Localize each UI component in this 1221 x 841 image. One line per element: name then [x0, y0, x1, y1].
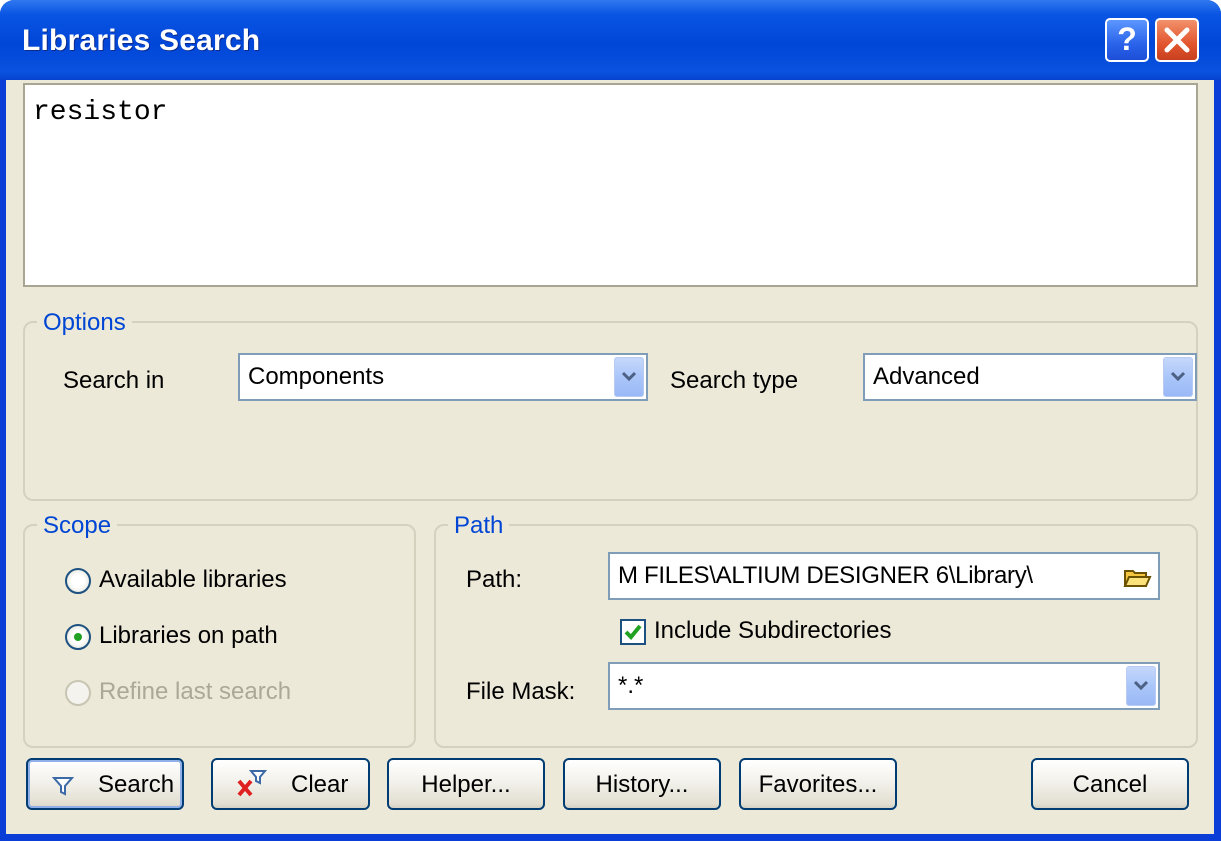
radio-button: [65, 680, 91, 706]
search-type-label: Search type: [670, 367, 799, 394]
cancel-button[interactable]: Cancel: [1031, 758, 1189, 810]
path-group: Path Path: M FILES\ALTIUM DESIGNER 6\Lib…: [434, 512, 1198, 748]
scope-legend: Scope: [37, 512, 118, 540]
radio-selected-dot: [74, 633, 82, 641]
cancel-button-label: Cancel: [1072, 771, 1148, 798]
include-subdirectories-label: Include Subdirectories: [654, 617, 892, 644]
radio-label: Libraries on path: [99, 622, 278, 649]
path-label: Path:: [466, 566, 523, 593]
path-input[interactable]: M FILES\ALTIUM DESIGNER 6\Library\: [608, 552, 1160, 600]
file-mask-label: File Mask:: [466, 678, 576, 705]
search-in-dropdown[interactable]: Components: [238, 353, 648, 401]
search-type-value: Advanced: [873, 363, 980, 390]
title-bar[interactable]: Libraries Search ?: [0, 0, 1221, 80]
filter-funnel-icon: [52, 777, 74, 796]
search-in-label: Search in: [63, 367, 165, 394]
favorites-button[interactable]: Favorites...: [739, 758, 897, 810]
favorites-button-label: Favorites...: [758, 771, 878, 798]
search-in-value: Components: [248, 363, 385, 390]
red-x-funnel-icon: [237, 770, 268, 797]
search-query-input[interactable]: resistor: [23, 83, 1198, 287]
dialog-title: Libraries Search: [22, 24, 261, 57]
chevron-down-icon[interactable]: [1163, 357, 1193, 397]
search-button[interactable]: Search: [26, 758, 184, 810]
checkmark-icon: [624, 624, 642, 640]
options-group: Options Search in Components Search type…: [23, 309, 1198, 501]
search-button-label: Search: [98, 771, 175, 798]
close-button[interactable]: [1155, 18, 1199, 62]
scope-group: Scope Available libraries Libraries on p…: [23, 512, 416, 748]
path-value: M FILES\ALTIUM DESIGNER 6\Library\: [618, 562, 1033, 589]
help-button[interactable]: ?: [1105, 18, 1149, 62]
chevron-down-icon[interactable]: [1126, 666, 1156, 706]
checkbox[interactable]: [620, 619, 646, 645]
radio-button[interactable]: [65, 568, 91, 594]
helper-button[interactable]: Helper...: [387, 758, 545, 810]
close-icon: [1164, 27, 1190, 53]
file-mask-dropdown[interactable]: *.*: [608, 662, 1160, 710]
libraries-search-dialog: Libraries Search ? resistor Options Sear…: [0, 0, 1221, 841]
radio-label: Available libraries: [99, 566, 287, 593]
file-mask-value: *.*: [618, 672, 644, 699]
search-type-dropdown[interactable]: Advanced: [863, 353, 1197, 401]
history-button-label: History...: [595, 771, 689, 798]
dialog-body: resistor Options Search in Components Se…: [6, 80, 1214, 834]
clear-button-label: Clear: [291, 771, 349, 798]
chevron-down-icon[interactable]: [614, 357, 644, 397]
options-legend: Options: [37, 309, 132, 337]
radio-button[interactable]: [65, 624, 91, 650]
history-button[interactable]: History...: [563, 758, 721, 810]
path-legend: Path: [448, 512, 510, 540]
open-folder-icon[interactable]: [1122, 562, 1152, 592]
helper-button-label: Helper...: [421, 771, 511, 798]
clear-button[interactable]: Clear: [211, 758, 370, 810]
radio-label: Refine last search: [99, 678, 292, 705]
